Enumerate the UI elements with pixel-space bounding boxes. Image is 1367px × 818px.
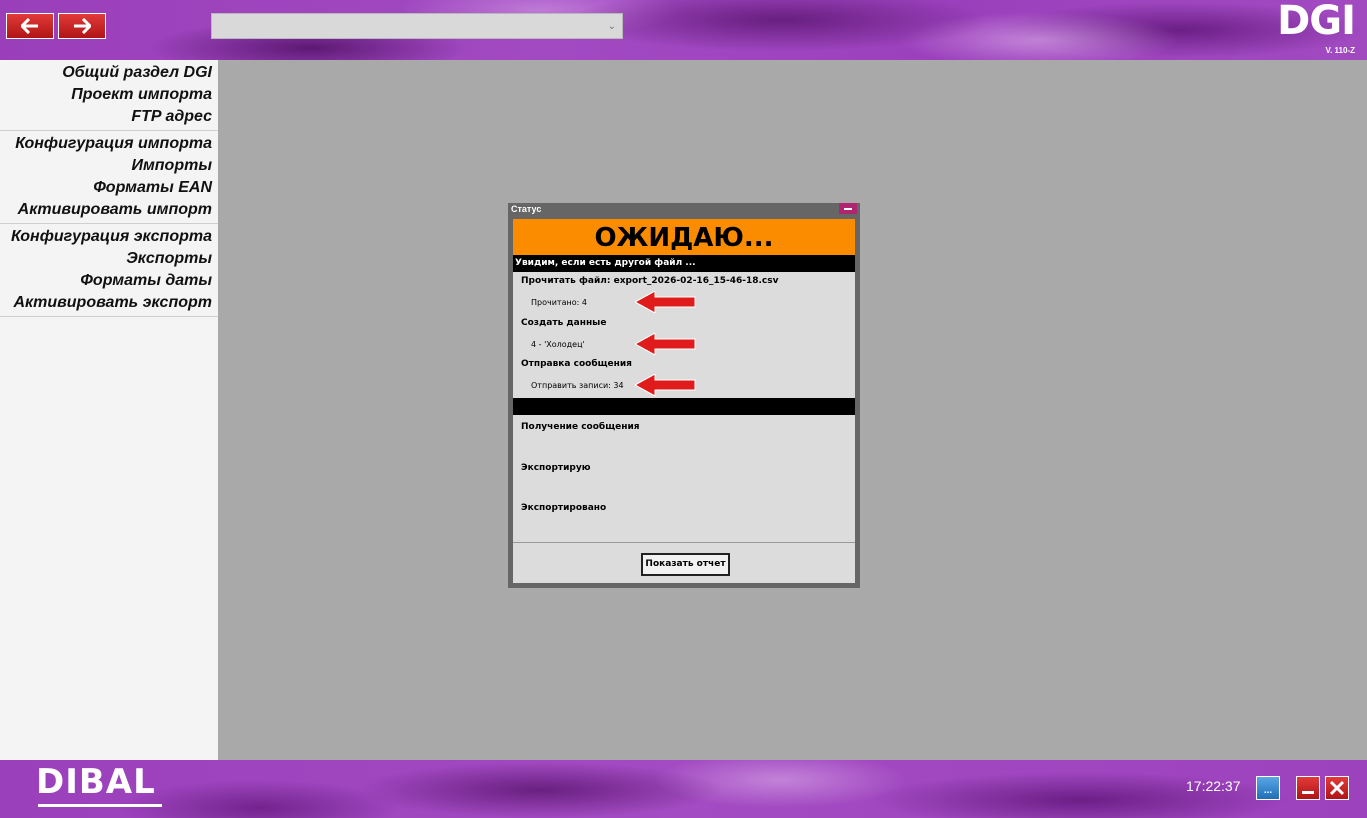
send-message-label: Отправка сообщения (521, 359, 632, 369)
menu-item-exports[interactable]: Экспорты (0, 248, 218, 270)
read-count-value: Прочитано: 4 (531, 298, 587, 307)
separator-bar (513, 398, 855, 415)
status-banner: ОЖИДАЮ... (513, 219, 855, 255)
menu-group-export: Конфигурация экспорта Экспорты Форматы д… (0, 224, 218, 317)
menu-item-general-section[interactable]: Общий раздел DGI (0, 62, 218, 84)
menu-item-import-config[interactable]: Конфигурация импорта (0, 133, 218, 155)
menu-item-ftp-address[interactable]: FTP адрес (0, 106, 218, 128)
project-combobox[interactable]: ⌄ (211, 13, 623, 39)
exported-label: Экспортировано (521, 503, 607, 513)
status-dialog: Статус ОЖИДАЮ... Увидим, если есть друго… (508, 203, 860, 588)
version-label: V. 110-Z (1325, 46, 1355, 55)
receive-message-label: Получение сообщения (521, 422, 640, 432)
dialog-divider (513, 542, 855, 543)
dibal-logo-text: DIBAL (36, 762, 156, 802)
read-file-label: Прочитать файл: export_2026-02-16_15-46-… (521, 276, 779, 286)
menu-item-export-config[interactable]: Конфигурация экспорта (0, 226, 218, 248)
menu-item-ean-formats[interactable]: Форматы EAN (0, 177, 218, 199)
red-arrow-icon (635, 333, 696, 355)
red-arrow-icon (635, 291, 696, 313)
menu-item-imports[interactable]: Импорты (0, 155, 218, 177)
dgi-logo: DGI V. 110-Z (1277, 0, 1356, 56)
back-button[interactable] (6, 13, 54, 39)
clock: 17:22:37 (1186, 778, 1241, 794)
top-bar: ⌄ DGI V. 110-Z (0, 0, 1367, 60)
options-button-label: ... (1263, 785, 1273, 796)
info-bar: Увидим, если есть другой файл ... (513, 255, 855, 272)
bottom-bar: DIBAL 17:22:37 ... (0, 760, 1367, 818)
menu-group-import: Конфигурация импорта Импорты Форматы EAN… (0, 131, 218, 224)
minimize-icon (1302, 791, 1314, 794)
forward-button[interactable] (58, 13, 106, 39)
arrow-right-icon (74, 18, 91, 34)
dgi-logo-text: DGI (1277, 0, 1356, 44)
menu-item-import-project[interactable]: Проект импорта (0, 84, 218, 106)
close-icon (1329, 780, 1345, 796)
send-records-value: Отправить записи: 34 (531, 381, 624, 390)
minimize-button[interactable] (1296, 776, 1320, 800)
create-data-label: Создать данные (521, 318, 607, 328)
menu-item-activate-export[interactable]: Активировать экспорт (0, 292, 218, 314)
menu-item-date-formats[interactable]: Форматы даты (0, 270, 218, 292)
close-button[interactable] (1325, 776, 1349, 800)
sidebar: Общий раздел DGI Проект импорта FTP адре… (0, 60, 218, 760)
menu-group-general: Общий раздел DGI Проект импорта FTP адре… (0, 60, 218, 131)
menu-item-activate-import[interactable]: Активировать импорт (0, 199, 218, 221)
chevron-down-icon: ⌄ (607, 21, 616, 32)
dialog-title: Статус (511, 204, 542, 214)
dialog-body: ОЖИДАЮ... Увидим, если есть другой файл … (513, 219, 855, 583)
dibal-logo: DIBAL (36, 762, 166, 810)
show-report-button[interactable]: Показать отчет (641, 553, 730, 576)
dialog-minimize-button[interactable] (839, 203, 857, 214)
minimize-icon (844, 207, 852, 210)
dibal-logo-underline (38, 804, 162, 807)
options-button[interactable]: ... (1256, 776, 1280, 800)
arrow-left-icon (21, 18, 38, 34)
exporting-label: Экспортирую (521, 463, 591, 473)
red-arrow-icon (635, 374, 696, 396)
create-data-value: 4 - 'Холодец' (531, 340, 585, 349)
